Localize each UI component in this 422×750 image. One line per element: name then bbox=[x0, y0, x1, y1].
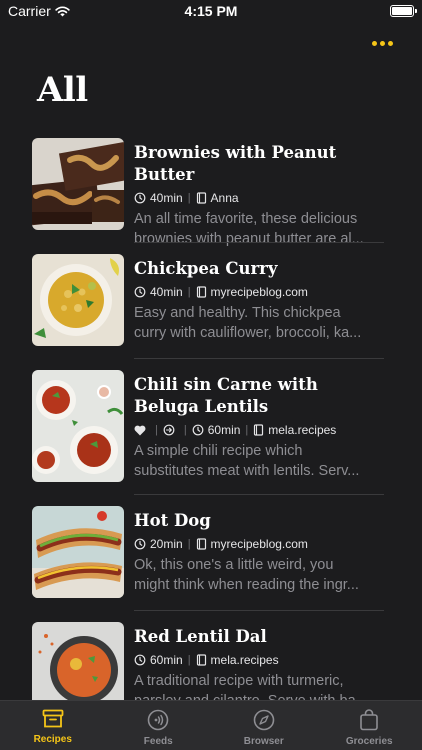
recipe-title: Red Lentil Dal bbox=[134, 627, 267, 646]
recipe-info: Hot Dog 20min | myrecipeblog.com Ok, thi… bbox=[134, 510, 384, 595]
feed-icon bbox=[147, 709, 169, 731]
tab-feeds[interactable]: Feeds bbox=[106, 701, 212, 750]
compass-icon bbox=[253, 709, 275, 731]
recipe-description: A simple chili recipe which substitutes … bbox=[134, 443, 360, 479]
timer-icon bbox=[134, 286, 146, 298]
row-divider bbox=[134, 242, 384, 243]
timer-icon bbox=[192, 424, 204, 436]
recipe-description: Easy and healthy. This chickpea curry wi… bbox=[134, 305, 362, 341]
row-divider bbox=[134, 610, 384, 611]
recipe-meta: 20min | myrecipeblog.com bbox=[134, 535, 384, 553]
recipe-thumbnail bbox=[32, 370, 124, 482]
recipe-info: Chickpea Curry 40min | myrecipeblog.com … bbox=[134, 258, 384, 343]
recipe-info: Brownies with Peanut Butter 40min | Anna… bbox=[134, 142, 384, 249]
ellipsis-icon bbox=[371, 40, 377, 46]
battery-icon bbox=[390, 5, 417, 17]
row-divider bbox=[134, 494, 384, 495]
tab-bar: Recipes Feeds Browser Groceries bbox=[0, 700, 422, 750]
recipe-title: Chickpea Curry bbox=[134, 259, 278, 278]
recipe-time: 40min bbox=[150, 191, 183, 205]
recipe-time: 60min bbox=[207, 423, 241, 437]
status-bar: Carrier 4:15 PM bbox=[0, 0, 422, 24]
recipe-meta: 40min | Anna bbox=[134, 189, 384, 207]
recipe-title: Hot Dog bbox=[134, 511, 211, 530]
row-divider bbox=[134, 358, 384, 359]
recipe-meta: 60min | mela.recipes bbox=[134, 651, 384, 669]
clock: 4:15 PM bbox=[184, 3, 238, 19]
recipe-source: mela.recipes bbox=[210, 653, 279, 667]
tab-groceries[interactable]: Groceries bbox=[317, 701, 422, 750]
recipe-title: Brownies with Peanut Butter bbox=[134, 143, 337, 184]
tab-recipes[interactable]: Recipes bbox=[0, 701, 106, 750]
timer-icon bbox=[134, 654, 146, 666]
recipe-description: Ok, this one's a little weird, you might… bbox=[134, 557, 359, 593]
shopping-bag-icon bbox=[360, 709, 379, 731]
timer-icon bbox=[134, 538, 146, 550]
tab-label: Groceries bbox=[345, 736, 393, 747]
book-icon bbox=[254, 424, 264, 436]
tab-label: Recipes bbox=[33, 734, 72, 745]
recipe-time: 40min bbox=[150, 285, 183, 299]
recipe-time: 60min bbox=[150, 653, 183, 667]
book-icon bbox=[196, 654, 206, 666]
page-title: All bbox=[37, 70, 88, 110]
recipe-title: Chili sin Carne with Beluga Lentils bbox=[134, 375, 318, 416]
book-icon bbox=[196, 538, 206, 550]
shared-arrow-icon bbox=[163, 424, 175, 436]
recipe-source: myrecipeblog.com bbox=[210, 537, 308, 551]
recipe-info: Red Lentil Dal 60min | mela.recipes A tr… bbox=[134, 626, 384, 705]
book-icon bbox=[196, 286, 206, 298]
recipe-thumbnail bbox=[32, 254, 124, 346]
more-options-button[interactable] bbox=[370, 36, 394, 50]
recipe-thumbnail bbox=[32, 506, 124, 598]
recipe-info: Chili sin Carne with Beluga Lentils | | … bbox=[134, 374, 384, 481]
book-icon bbox=[196, 192, 206, 204]
recipe-description: An all time favorite, these delicious br… bbox=[134, 211, 364, 247]
recipe-source: Anna bbox=[210, 191, 239, 205]
recipe-thumbnail bbox=[32, 622, 124, 700]
recipe-meta: 40min | myrecipeblog.com bbox=[134, 283, 384, 301]
recipe-source: myrecipeblog.com bbox=[210, 285, 308, 299]
tab-label: Feeds bbox=[143, 736, 173, 747]
recipe-thumbnail bbox=[32, 138, 124, 230]
tab-browser[interactable]: Browser bbox=[211, 701, 317, 750]
timer-icon bbox=[134, 192, 146, 204]
recipe-meta: | | 60min | mela.recipes bbox=[134, 421, 384, 439]
heart-icon bbox=[134, 425, 146, 435]
archive-box-icon bbox=[42, 709, 64, 728]
recipe-time: 20min bbox=[150, 537, 183, 551]
tab-label: Browser bbox=[243, 736, 284, 747]
recipe-source: mela.recipes bbox=[268, 423, 337, 437]
